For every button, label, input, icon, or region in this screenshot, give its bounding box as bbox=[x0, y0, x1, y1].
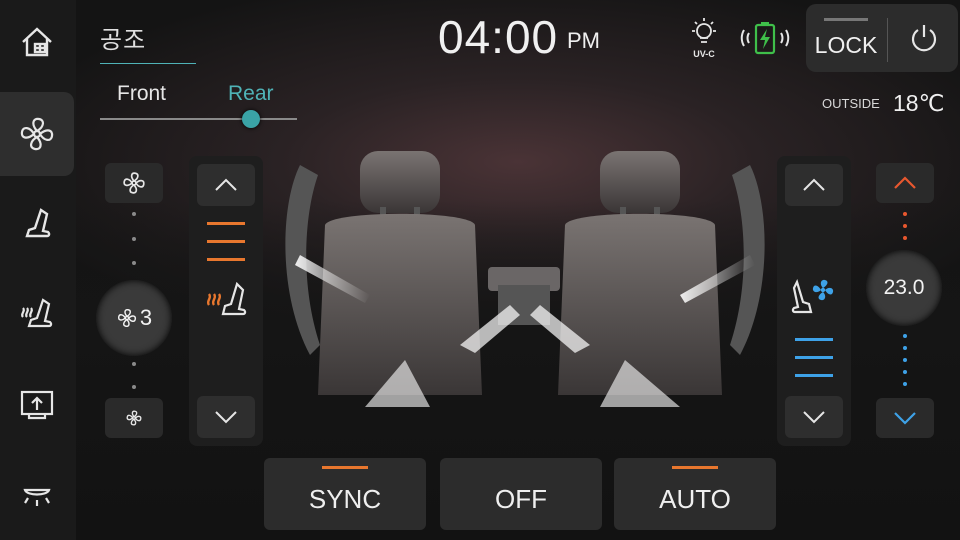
right-seat bbox=[558, 151, 722, 395]
left-seat-heat-panel bbox=[189, 156, 263, 446]
chevron-down-icon bbox=[215, 411, 237, 424]
clock-ampm: PM bbox=[567, 28, 600, 53]
sidebar-item-display[interactable] bbox=[0, 362, 74, 446]
sidebar-item-climate[interactable] bbox=[0, 92, 74, 176]
temp-step-dot bbox=[903, 224, 907, 228]
fan-step-dot bbox=[132, 212, 136, 216]
heat-level-bar bbox=[207, 240, 245, 243]
lock-power-panel: LOCK bbox=[806, 4, 958, 72]
off-label: OFF bbox=[495, 484, 547, 514]
outside-temperature: 18℃ bbox=[893, 90, 945, 116]
vent-level-bar bbox=[795, 338, 833, 341]
tab-front[interactable]: Front bbox=[117, 82, 166, 106]
temp-step-dot bbox=[903, 382, 907, 386]
sidebar-item-light[interactable] bbox=[0, 452, 74, 536]
sidebar bbox=[0, 0, 76, 540]
sync-active-indicator bbox=[322, 466, 368, 469]
seat-heat-icon bbox=[21, 298, 53, 328]
page-title: 공조 bbox=[100, 27, 147, 54]
fan-step-dot bbox=[132, 362, 136, 366]
uvc-indicator: UV-C bbox=[684, 16, 724, 62]
lock-button[interactable]: LOCK bbox=[806, 4, 886, 72]
uvc-lamp-icon bbox=[692, 18, 716, 43]
temp-step-dot bbox=[903, 346, 907, 350]
fan-icon bbox=[20, 117, 54, 151]
right-seat-vent-up-button[interactable] bbox=[785, 164, 843, 206]
auto-active-indicator bbox=[672, 466, 718, 469]
seat-ventilation-icon bbox=[791, 279, 834, 314]
fan-increase-button[interactable] bbox=[105, 163, 163, 203]
power-button[interactable] bbox=[896, 10, 952, 66]
fan-large-icon bbox=[123, 172, 145, 194]
seat-icon bbox=[25, 208, 51, 238]
temperature-display[interactable]: 23.0 bbox=[866, 250, 942, 326]
fan-speed-display[interactable]: 3 bbox=[96, 280, 172, 356]
dome-light-icon bbox=[23, 488, 51, 506]
seat-heat-icon bbox=[206, 281, 247, 316]
lock-label: LOCK bbox=[814, 32, 878, 58]
chevron-down-icon bbox=[803, 411, 825, 424]
tab-rear[interactable]: Rear bbox=[228, 82, 274, 106]
heat-level-bar bbox=[207, 258, 245, 261]
sidebar-item-home[interactable] bbox=[0, 0, 74, 84]
home-icon bbox=[22, 27, 52, 57]
tab-slider-knob[interactable] bbox=[242, 110, 260, 128]
temp-up-button[interactable] bbox=[876, 163, 934, 203]
fan-step-dot bbox=[132, 385, 136, 389]
off-button[interactable]: OFF bbox=[440, 458, 602, 530]
uvc-label: UV-C bbox=[693, 49, 715, 59]
temp-step-dot bbox=[903, 334, 907, 338]
chevron-down-icon bbox=[894, 412, 916, 425]
outside-label: OUTSIDE bbox=[822, 96, 880, 111]
sync-label: SYNC bbox=[308, 484, 382, 514]
left-seat-heat-up-button[interactable] bbox=[197, 164, 255, 206]
fan-speed-value: 3 bbox=[139, 305, 153, 330]
sidebar-item-seat-heating[interactable] bbox=[0, 272, 74, 356]
tab-slider-track[interactable] bbox=[100, 118, 297, 120]
temperature-value: 23.0 bbox=[883, 276, 925, 299]
vent-level-bar bbox=[795, 356, 833, 359]
chevron-up-icon bbox=[803, 178, 825, 191]
power-icon bbox=[911, 25, 937, 52]
temp-down-button[interactable] bbox=[876, 398, 934, 438]
right-seat-vent-down-button[interactable] bbox=[785, 396, 843, 438]
left-seat bbox=[318, 151, 482, 395]
title-underline bbox=[100, 63, 196, 64]
chevron-up-icon bbox=[894, 176, 916, 189]
lock-indicator bbox=[824, 18, 868, 21]
wireless-charging-icon bbox=[740, 22, 790, 55]
temp-step-dot bbox=[903, 358, 907, 362]
vent-level-bar bbox=[795, 374, 833, 377]
auto-label: AUTO bbox=[659, 484, 731, 514]
chevron-up-icon bbox=[215, 178, 237, 191]
auto-button[interactable]: AUTO bbox=[614, 458, 776, 530]
left-seat-heat-down-button[interactable] bbox=[197, 396, 255, 438]
temp-step-dot bbox=[903, 236, 907, 240]
sync-button[interactable]: SYNC bbox=[264, 458, 426, 530]
rear-seats-illustration bbox=[285, 151, 765, 407]
temp-step-dot bbox=[903, 370, 907, 374]
fan-step-dot bbox=[132, 237, 136, 241]
fan-decrease-button[interactable] bbox=[105, 398, 163, 438]
right-seat-vent-panel bbox=[777, 156, 851, 446]
heat-level-bar bbox=[207, 222, 245, 225]
clock-time: 04:00 bbox=[438, 11, 559, 63]
fan-icon bbox=[117, 309, 136, 327]
sidebar-item-seat[interactable] bbox=[0, 182, 74, 266]
fan-small-icon bbox=[126, 410, 142, 426]
divider bbox=[887, 18, 888, 62]
temp-step-dot bbox=[903, 212, 907, 216]
fan-step-dot bbox=[132, 261, 136, 265]
screen-upload-icon bbox=[20, 390, 54, 420]
